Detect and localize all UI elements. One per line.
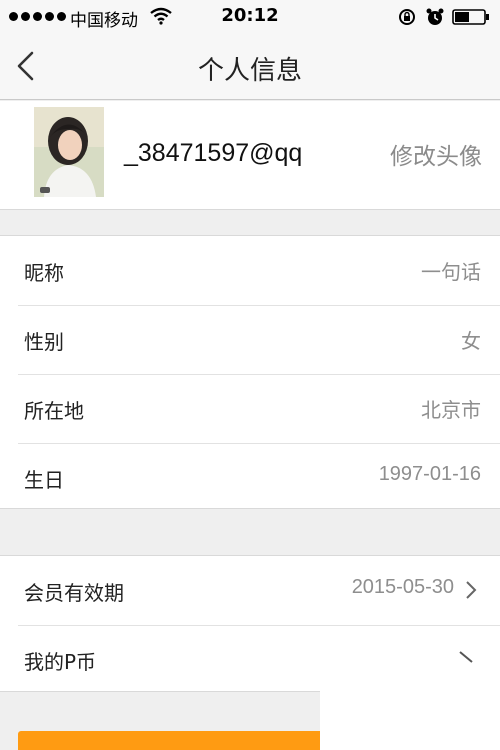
row-value: 一句话 [421, 262, 481, 284]
profile-info-list: 昵称 一句话 性别 女 所在地 北京市 生日 1997-01-16 [0, 235, 500, 509]
rotation-lock-icon [399, 9, 415, 25]
blank-panel [320, 691, 500, 750]
navigation-bar: 个人信息 [0, 33, 500, 100]
birthday-row[interactable]: 生日 1997-01-16 [0, 443, 500, 512]
alarm-clock-icon [426, 8, 444, 25]
battery-icon [452, 9, 489, 25]
change-avatar-button[interactable]: 修改头像 [390, 137, 482, 171]
chevron-icon [459, 651, 473, 663]
row-label: 我的P币 [24, 650, 97, 674]
status-bar: 中国移动 20:12 [0, 0, 500, 33]
membership-list: 会员有效期 2015-05-30 我的P币 [0, 555, 500, 692]
row-value: 2015-05-30 [351, 576, 454, 598]
membership-expiry-row[interactable]: 会员有效期 2015-05-30 [0, 556, 500, 625]
row-value: 女 [461, 331, 481, 353]
row-label: 会员有效期 [24, 581, 124, 605]
row-value: 北京市 [421, 400, 481, 422]
row-label: 昵称 [24, 261, 64, 285]
row-label: 生日 [24, 468, 64, 492]
row-label: 性别 [24, 330, 64, 354]
avatar[interactable] [34, 107, 104, 197]
orange-action-button[interactable] [18, 731, 320, 750]
profile-card: _38471597@qq 修改头像 [0, 101, 500, 210]
p-coins-row[interactable]: 我的P币 [0, 625, 500, 694]
gender-row[interactable]: 性别 女 [0, 305, 500, 374]
username: _38471597@qq [124, 139, 303, 167]
page-title: 个人信息 [197, 56, 302, 86]
row-value: 1997-01-16 [378, 463, 481, 485]
location-row[interactable]: 所在地 北京市 [0, 374, 500, 443]
nickname-row[interactable]: 昵称 一句话 [0, 236, 500, 305]
row-label: 所在地 [24, 399, 84, 423]
chevron-right-icon [466, 581, 477, 599]
